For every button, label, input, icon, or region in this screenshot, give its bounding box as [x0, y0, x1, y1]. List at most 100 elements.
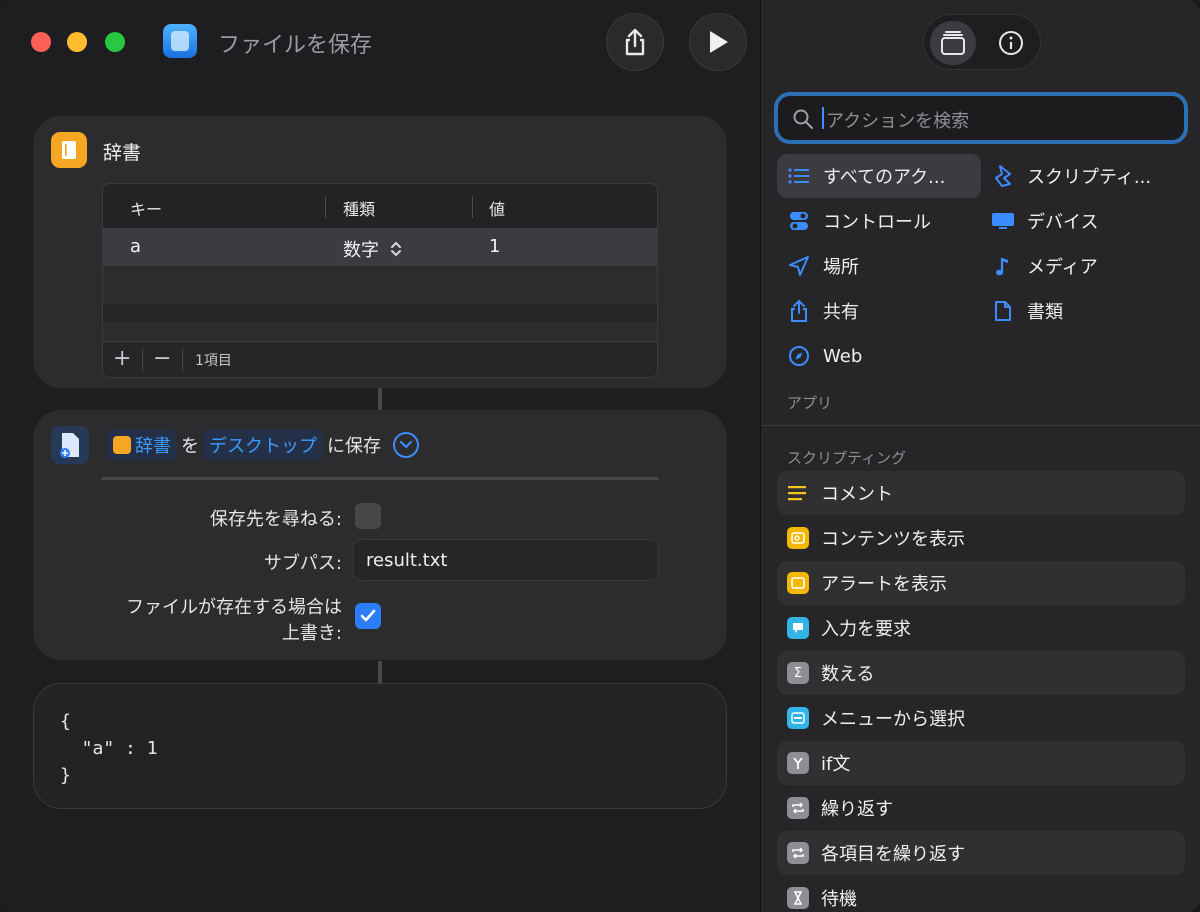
- table-row[interactable]: a 数字 1: [103, 228, 657, 266]
- token-label: 辞書: [135, 436, 171, 457]
- row-value[interactable]: 1: [489, 236, 500, 257]
- action-connector: [378, 661, 382, 683]
- list-icon: [787, 164, 811, 188]
- overwrite-checkbox[interactable]: [355, 603, 381, 629]
- apps-section-label: アプリ: [787, 394, 833, 412]
- search-placeholder: アクションを検索: [826, 111, 970, 132]
- section-divider: [761, 425, 1200, 426]
- sigma-icon: Σ: [787, 662, 809, 684]
- checkmark-icon: [360, 609, 376, 622]
- share-icon: [787, 299, 811, 323]
- remove-row-button[interactable]: −: [153, 346, 171, 371]
- row-type-label: 数字: [343, 240, 379, 261]
- share-icon: [625, 28, 645, 56]
- window-title: ファイルを保存: [218, 33, 373, 58]
- category-label: 書類: [1027, 302, 1063, 323]
- run-button[interactable]: [689, 13, 747, 71]
- output-result-card: { "a" : 1}: [33, 683, 727, 809]
- book-icon: [113, 436, 131, 454]
- output-line: {: [60, 711, 71, 732]
- action-show-alert[interactable]: アラートを表示: [777, 561, 1185, 605]
- category-label: デバイス: [1027, 212, 1099, 233]
- category-label: コントロール: [823, 212, 931, 233]
- shortcuts-window: ファイルを保存 辞書 キー 種類 値 a 数字 1 + − 1項目 辞書 を デ…: [0, 0, 1200, 912]
- location-icon: [787, 254, 811, 278]
- repeat-icon: [787, 797, 809, 819]
- footer-divider: [182, 349, 183, 371]
- dictionary-action-card: 辞書 キー 種類 値 a 数字 1 + − 1項目: [33, 116, 727, 388]
- category-label: 場所: [823, 257, 859, 278]
- branch-icon: [787, 752, 809, 774]
- action-if[interactable]: if文: [777, 741, 1185, 785]
- music-note-icon: [991, 254, 1015, 278]
- stack-icon: [941, 31, 965, 55]
- column-header-type[interactable]: 種類: [343, 196, 375, 220]
- quick-look-icon: [787, 527, 809, 549]
- add-row-button[interactable]: +: [113, 346, 131, 371]
- menu-icon: [787, 707, 809, 729]
- book-icon: [51, 132, 87, 168]
- column-divider: [472, 196, 473, 218]
- ask-where-label: 保存先を尋ねる:: [209, 509, 342, 530]
- save-file-icon: [51, 426, 89, 464]
- category-sharing[interactable]: 共有: [777, 289, 859, 333]
- category-scripting[interactable]: スクリプティ...: [981, 154, 1151, 198]
- repeat-icon: [787, 842, 809, 864]
- action-count[interactable]: Σ 数える: [777, 651, 1185, 695]
- editor-pane: ファイルを保存 辞書 キー 種類 値 a 数字 1 + − 1項目 辞書 を デ…: [0, 0, 760, 912]
- save-action-sentence: 辞書 を デスクトップ に保存: [103, 430, 419, 460]
- category-label: 共有: [823, 302, 859, 323]
- action-show-content[interactable]: コンテンツを表示: [777, 516, 1185, 560]
- subpath-label: サブパス:: [263, 553, 342, 574]
- category-control[interactable]: コントロール: [777, 199, 931, 243]
- category-web[interactable]: Web: [777, 334, 862, 378]
- dictionary-variable-token[interactable]: 辞書: [107, 430, 177, 460]
- overwrite-label-line2: 上書き:: [281, 623, 342, 644]
- category-documents[interactable]: 書類: [981, 289, 1063, 333]
- alert-window-icon: [787, 572, 809, 594]
- comment-lines-icon: [787, 482, 809, 504]
- ask-where-checkbox[interactable]: [355, 503, 381, 529]
- share-button[interactable]: [606, 13, 664, 71]
- destination-token[interactable]: デスクトップ: [203, 430, 323, 460]
- action-search-field[interactable]: アクションを検索: [774, 92, 1188, 144]
- details-tab[interactable]: [988, 21, 1034, 65]
- action-repeat[interactable]: 繰り返す: [777, 786, 1185, 830]
- category-location[interactable]: 場所: [777, 244, 859, 288]
- category-label: すべてのアク...: [823, 167, 946, 188]
- column-header-key[interactable]: キー: [130, 196, 162, 220]
- library-tab[interactable]: [930, 21, 976, 65]
- action-repeat-with-each[interactable]: 各項目を繰り返す: [777, 831, 1185, 875]
- text-caret: [822, 107, 824, 129]
- action-label: 繰り返す: [821, 799, 893, 820]
- footer-divider: [142, 349, 143, 371]
- action-connector: [378, 388, 382, 410]
- category-label: メディア: [1027, 257, 1098, 278]
- zoom-window-button[interactable]: [105, 32, 125, 52]
- hourglass-icon: [787, 887, 809, 909]
- row-key[interactable]: a: [130, 236, 141, 257]
- action-label: 入力を要求: [821, 619, 911, 640]
- category-media[interactable]: メディア: [981, 244, 1098, 288]
- action-label: 各項目を繰り返す: [821, 844, 965, 865]
- display-icon: [991, 209, 1015, 233]
- action-wait[interactable]: 待機: [777, 876, 1185, 912]
- category-all-actions[interactable]: すべてのアク...: [777, 154, 981, 198]
- overwrite-label-line1: ファイルが存在する場合は: [126, 597, 342, 618]
- row-type[interactable]: 数字: [343, 236, 403, 262]
- action-comment[interactable]: コメント: [777, 471, 1185, 515]
- column-header-value[interactable]: 値: [489, 196, 505, 220]
- action-choose-from-menu[interactable]: メニューから選択: [777, 696, 1185, 740]
- action-label: コメント: [821, 484, 893, 505]
- dictionary-table: キー 種類 値 a 数字 1 + − 1項目: [102, 183, 658, 378]
- empty-row: [103, 266, 657, 304]
- search-icon: [793, 109, 813, 129]
- close-window-button[interactable]: [31, 32, 51, 52]
- minimize-window-button[interactable]: [67, 32, 87, 52]
- sidebar-mode-switcher: [923, 14, 1041, 70]
- action-ask-for-input[interactable]: 入力を要求: [777, 606, 1185, 650]
- category-device[interactable]: デバイス: [981, 199, 1098, 243]
- subpath-field[interactable]: result.txt: [353, 539, 659, 581]
- expand-options-button[interactable]: [393, 432, 419, 458]
- info-icon: [999, 31, 1023, 55]
